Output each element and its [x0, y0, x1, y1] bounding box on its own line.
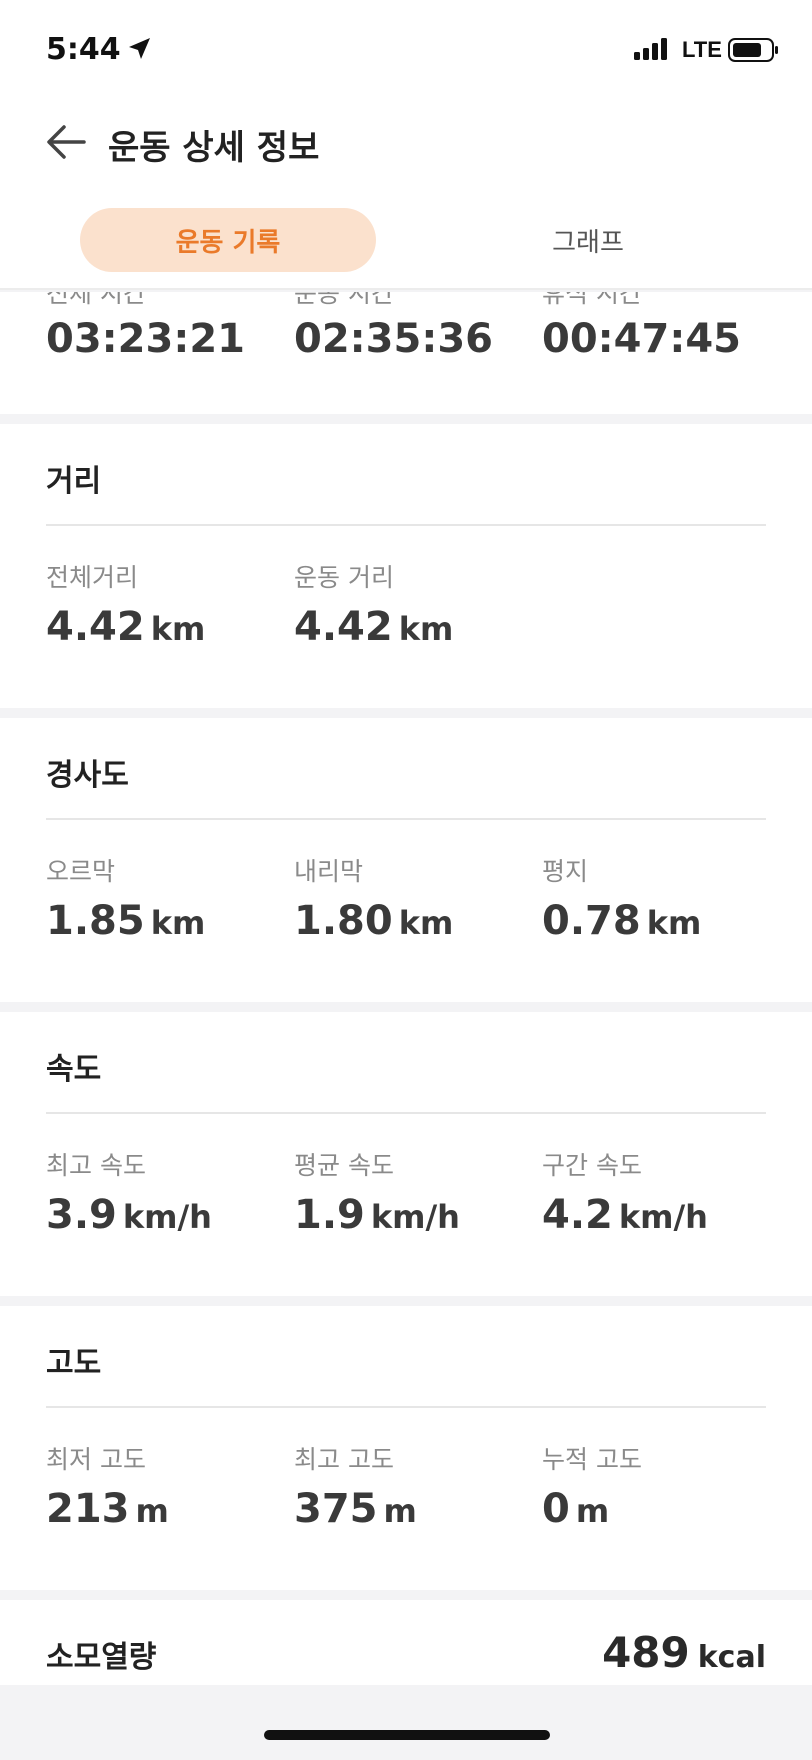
- stat-workout-distance: 운동 거리 4.42 km: [294, 558, 534, 650]
- stat-total-time: 전체 시간 03:23:21: [46, 292, 286, 362]
- stat-value: 213: [46, 1486, 130, 1532]
- calories-card: 소모열량 489 kcal: [0, 1600, 812, 1685]
- stat-value: 00:47:45: [542, 316, 741, 362]
- calories-number: 489: [602, 1628, 690, 1677]
- stat-label: 운동 시간: [294, 292, 394, 308]
- stat-unit: km/h: [122, 1198, 212, 1236]
- stat-max-speed: 최고 속도 3.9 km/h: [46, 1146, 286, 1238]
- location-arrow-icon: [126, 36, 152, 66]
- stat-cumulative-altitude: 누적 고도 0m: [542, 1440, 782, 1532]
- slope-card: 경사도 오르막 1.85 km 내리막 1.80 km 평지 0.78 km: [0, 718, 812, 1002]
- stat-value: 3.9: [46, 1192, 117, 1238]
- stat-min-altitude: 최저 고도 213 m: [46, 1440, 286, 1532]
- divider: [46, 1112, 766, 1114]
- stat-flat: 평지 0.78 km: [542, 852, 782, 944]
- stat-value: 1.80: [294, 898, 393, 944]
- stat-section-speed: 구간 속도 4.2 km/h: [542, 1146, 782, 1238]
- stat-unit: km: [398, 904, 454, 942]
- stat-unit: km: [150, 610, 206, 648]
- stat-value: 02:35:36: [294, 316, 493, 362]
- section-title: 거리: [46, 464, 102, 499]
- stat-value: 1.9: [294, 1192, 365, 1238]
- stat-label: 휴식 시간: [542, 292, 642, 308]
- altitude-card: 고도 최저 고도 213 m 최고 고도 375 m 누적 고도 0m: [0, 1306, 812, 1590]
- section-title: 고도: [46, 1346, 102, 1381]
- stat-unit: m: [383, 1492, 417, 1530]
- calories-unit: kcal: [697, 1640, 766, 1675]
- stat-value: 4.42: [46, 604, 145, 650]
- calories-label: 소모열량: [46, 1640, 157, 1675]
- tab-bar: 운동 기록 그래프: [0, 194, 812, 290]
- speed-card: 속도 최고 속도 3.9 km/h 평균 속도 1.9 km/h 구간 속도 4.2…: [0, 1012, 812, 1296]
- stat-workout-time: 운동 시간 02:35:36: [294, 292, 534, 362]
- stat-value: 375: [294, 1486, 378, 1532]
- network-type: LTE: [682, 37, 722, 62]
- divider: [46, 524, 766, 526]
- stat-label: 평지: [542, 857, 589, 886]
- battery-icon: [728, 38, 780, 66]
- stat-label: 운동 거리: [294, 563, 394, 592]
- section-title: 속도: [46, 1052, 102, 1087]
- stat-max-altitude: 최고 고도 375 m: [294, 1440, 534, 1532]
- signal-icon: [634, 38, 674, 64]
- back-arrow-icon[interactable]: [44, 124, 86, 164]
- stat-value: 4.2: [542, 1192, 613, 1238]
- stat-unit: km: [398, 610, 454, 648]
- stat-total-distance: 전체거리 4.42 km: [46, 558, 286, 650]
- stat-label: 오르막: [46, 857, 116, 886]
- time-card: 전체 시간 03:23:21 운동 시간 02:35:36 휴식 시간 00:4…: [0, 292, 812, 414]
- status-bar: 5:44 LTE: [0, 0, 812, 96]
- stat-value: 4.42: [294, 604, 393, 650]
- distance-card: 거리 전체거리 4.42 km 운동 거리 4.42 km: [0, 424, 812, 708]
- stat-unit: km/h: [370, 1198, 460, 1236]
- content-scroll-area[interactable]: 전체 시간 03:23:21 운동 시간 02:35:36 휴식 시간 00:4…: [0, 292, 812, 1685]
- stat-value: 03:23:21: [46, 316, 245, 362]
- stat-label: 내리막: [294, 857, 364, 886]
- stat-unit: km: [150, 904, 206, 942]
- stat-label: 전체 시간: [46, 292, 146, 308]
- status-time: 5:44: [46, 32, 121, 67]
- stat-label: 최저 고도: [46, 1445, 146, 1474]
- divider: [46, 1406, 766, 1408]
- divider: [46, 818, 766, 820]
- calories-value: 489 kcal: [602, 1628, 766, 1677]
- stat-label: 최고 고도: [294, 1445, 394, 1474]
- stat-rest-time: 휴식 시간 00:47:45: [542, 292, 782, 362]
- page-title: 운동 상세 정보: [108, 128, 320, 168]
- section-title: 경사도: [46, 758, 129, 793]
- home-indicator[interactable]: [264, 1730, 550, 1740]
- tab-workout-record[interactable]: 운동 기록: [80, 208, 376, 272]
- app-header: 운동 상세 정보: [0, 96, 812, 194]
- stat-unit: m: [575, 1492, 610, 1530]
- stat-label: 구간 속도: [542, 1151, 642, 1180]
- stat-label: 최고 속도: [46, 1151, 146, 1180]
- stat-label: 평균 속도: [294, 1151, 394, 1180]
- stat-uphill: 오르막 1.85 km: [46, 852, 286, 944]
- stat-value: 1.85: [46, 898, 145, 944]
- stat-downhill: 내리막 1.80 km: [294, 852, 534, 944]
- stat-value: 0: [542, 1486, 570, 1532]
- tab-graph[interactable]: 그래프: [440, 208, 736, 272]
- stat-label: 전체거리: [46, 563, 139, 592]
- stat-avg-speed: 평균 속도 1.9 km/h: [294, 1146, 534, 1238]
- stat-value: 0.78: [542, 898, 641, 944]
- stat-unit: km/h: [618, 1198, 708, 1236]
- stat-unit: m: [135, 1492, 169, 1530]
- stat-unit: km: [646, 904, 702, 942]
- stat-label: 누적 고도: [542, 1445, 642, 1474]
